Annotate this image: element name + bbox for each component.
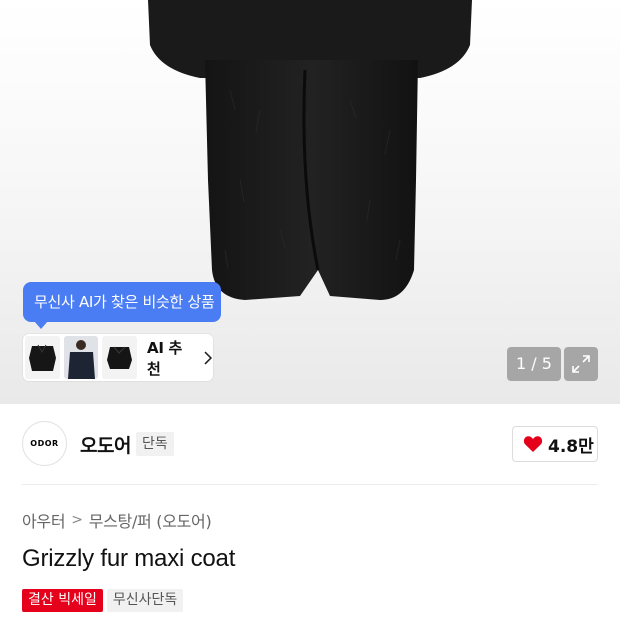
sale-tag: 결산 빅세일 [22, 589, 103, 612]
exclusive-tag: 무신사단독 [106, 589, 184, 612]
chevron-right-icon: > [71, 512, 83, 528]
ai-thumbnail[interactable] [25, 336, 60, 379]
expand-button[interactable] [564, 347, 598, 381]
ai-thumbnail[interactable] [63, 336, 99, 379]
breadcrumb: 아우터 > 무스탕/퍼 (오도어) [22, 508, 212, 532]
expand-icon [572, 355, 590, 373]
heart-icon [523, 436, 543, 452]
ai-thumbnail[interactable] [102, 336, 138, 379]
ai-similar-tooltip: 무신사 AI가 찾은 비슷한 상품 [23, 282, 221, 329]
like-count: 4.8만 [548, 436, 594, 457]
exclusive-badge: 단독 [136, 432, 174, 456]
product-title: Grizzly fur maxi coat [22, 545, 236, 572]
chevron-right-icon [204, 350, 213, 365]
product-tags: 결산 빅세일 무신사단독 [22, 589, 187, 612]
product-image-gallery[interactable]: 무신사 AI가 찾은 비슷한 상품 AI 추천 1 / 5 [0, 0, 620, 404]
image-pager: 1 / 5 [507, 347, 561, 381]
brand-name[interactable]: 오도어 [80, 431, 131, 458]
brand-row: ODOR 오도어 단독 4.8만 [0, 404, 620, 484]
breadcrumb-item[interactable]: 아우터 [22, 508, 66, 532]
divider [22, 484, 598, 485]
breadcrumb-item[interactable]: 무스탕/퍼 (오도어) [89, 508, 212, 532]
brand-logo[interactable]: ODOR [22, 421, 67, 466]
ai-recommend-button[interactable]: AI 추천 [23, 334, 213, 381]
ai-recommend-label: AI 추천 [147, 338, 183, 378]
like-button[interactable]: 4.8만 [512, 426, 598, 462]
